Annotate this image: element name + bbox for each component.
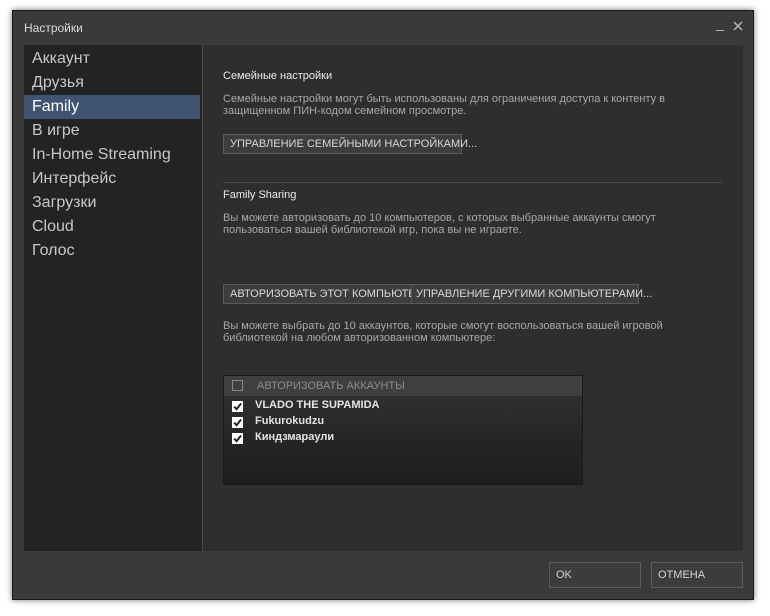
- manage-family-settings-button[interactable]: УПРАВЛЕНИЕ СЕМЕЙНЫМИ НАСТРОЙКАМИ...: [223, 134, 477, 154]
- section-divider: [223, 182, 722, 183]
- account-checkbox[interactable]: [232, 433, 243, 444]
- family-settings-description: Семейные настройки могут быть использова…: [223, 93, 723, 117]
- family-settings-panel: Семейные настройки Семейные настройки мо…: [203, 45, 743, 551]
- sidebar-item-in-game[interactable]: В игре: [24, 119, 200, 143]
- family-sharing-title: Family Sharing: [223, 189, 297, 201]
- accounts-desc-line: библиотекой на любом авторизованном комп…: [223, 332, 496, 344]
- title-bar[interactable]: Настройки: [13, 11, 753, 43]
- authorize-computer-button[interactable]: АВТОРИЗОВАТЬ ЭТОТ КОМПЬЮТЕР...: [223, 284, 430, 304]
- family-settings-desc-line: защищенном ПИН-кодом семейном просмотре.: [223, 105, 467, 117]
- minimize-button[interactable]: [713, 19, 727, 33]
- settings-sidebar: Аккаунт Друзья Family В игре In-Home Str…: [24, 45, 202, 551]
- minimize-icon: [716, 30, 724, 31]
- checkmark-icon: [233, 419, 242, 427]
- checkmark-icon: [233, 403, 242, 411]
- ok-button[interactable]: OK: [549, 562, 641, 588]
- sidebar-item-family[interactable]: Family: [24, 95, 200, 119]
- sidebar-item-voice[interactable]: Голос: [24, 239, 200, 263]
- family-sharing-desc-line: Вы можете авторизовать до 10 компьютеров…: [223, 212, 656, 224]
- sidebar-item-downloads[interactable]: Загрузки: [24, 191, 200, 215]
- settings-window: Настройки Аккаунт Друзья Family В игре I…: [12, 10, 754, 600]
- select-all-checkbox[interactable]: [232, 380, 243, 391]
- account-checkbox[interactable]: [232, 401, 243, 412]
- account-name: Киндзмараули: [255, 431, 335, 443]
- accounts-description: Вы можете выбрать до 10 аккаунтов, котор…: [223, 320, 723, 344]
- accounts-desc-line: Вы можете выбрать до 10 аккаунтов, котор…: [223, 320, 663, 332]
- sidebar-item-friends[interactable]: Друзья: [24, 71, 200, 95]
- sidebar-item-account[interactable]: Аккаунт: [24, 47, 200, 71]
- family-settings-desc-line: Семейные настройки могут быть использова…: [223, 93, 666, 105]
- accounts-list-header: АВТОРИЗОВАТЬ АККАУНТЫ: [224, 376, 582, 397]
- account-name: VLADO THE SUPAMIDA: [255, 399, 380, 411]
- family-sharing-description: Вы можете авторизовать до 10 компьютеров…: [223, 212, 723, 236]
- sidebar-item-in-home-streaming[interactable]: In-Home Streaming: [24, 143, 200, 167]
- account-name: Fukurokudzu: [255, 415, 325, 427]
- family-sharing-desc-line: пользоваться вашей библиотекой игр, пока…: [223, 224, 522, 236]
- accounts-list: АВТОРИЗОВАТЬ АККАУНТЫ VLADO THE SUPAMIDA…: [223, 375, 583, 485]
- accounts-header-label: АВТОРИЗОВАТЬ АККАУНТЫ: [257, 380, 405, 392]
- close-button[interactable]: [731, 19, 745, 33]
- window-title: Настройки: [24, 21, 83, 35]
- checkmark-icon: [233, 435, 242, 443]
- manage-computers-button[interactable]: УПРАВЛЕНИЕ ДРУГИМИ КОМПЬЮТЕРАМИ...: [411, 284, 652, 304]
- family-settings-title: Семейные настройки: [223, 70, 333, 82]
- close-icon: [733, 21, 743, 31]
- cancel-button[interactable]: ОТМЕНА: [651, 562, 743, 588]
- sidebar-item-interface[interactable]: Интерфейс: [24, 167, 200, 191]
- sidebar-item-cloud[interactable]: Cloud: [24, 215, 200, 239]
- account-checkbox[interactable]: [232, 417, 243, 428]
